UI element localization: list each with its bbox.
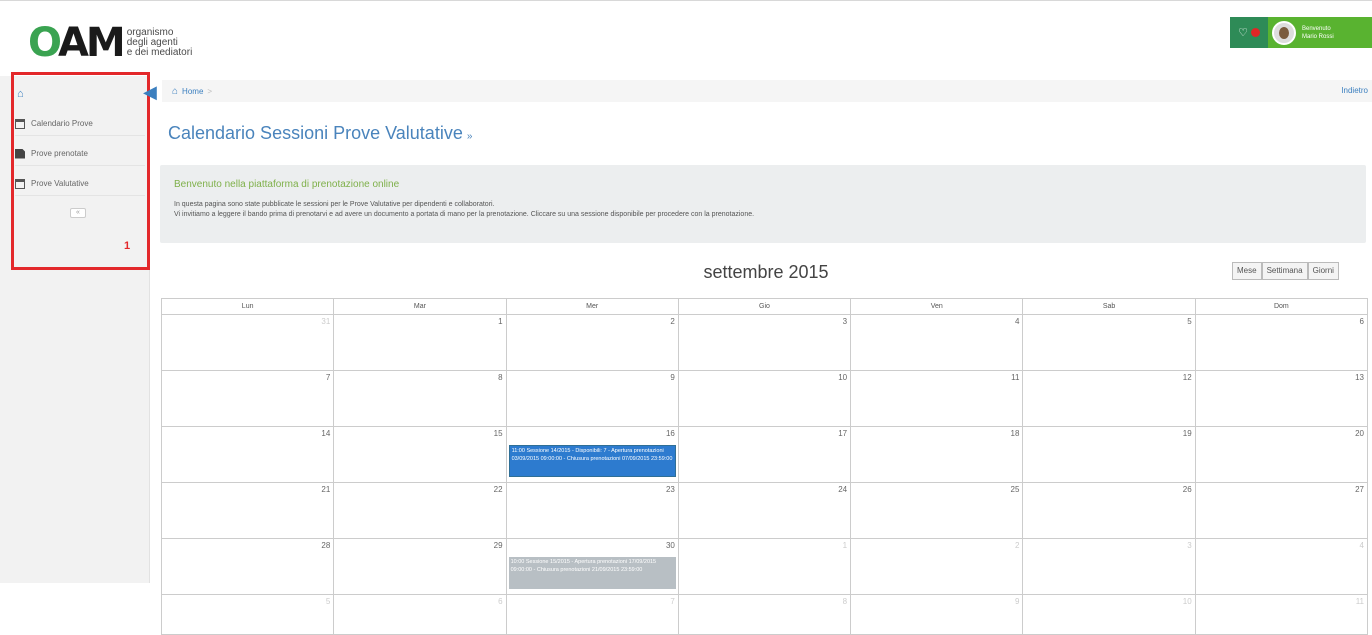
weekday-header: Sab bbox=[1022, 298, 1196, 315]
day-cell[interactable]: 20 bbox=[1194, 426, 1369, 483]
calendar-icon bbox=[15, 178, 25, 189]
day-cell[interactable]: 26 bbox=[1022, 482, 1196, 539]
day-cell[interactable]: 4 bbox=[1194, 538, 1369, 595]
day-cell[interactable]: 19 bbox=[1022, 426, 1196, 483]
day-cell[interactable]: 3 bbox=[1022, 538, 1196, 595]
calendar-icon bbox=[15, 118, 25, 129]
calendar-view-switcher: Mese Settimana Giorni bbox=[1232, 262, 1339, 280]
weekday-header: Dom bbox=[1194, 298, 1369, 315]
day-cell[interactable]: 5 bbox=[1022, 314, 1196, 371]
title-caret-icon: » bbox=[466, 131, 473, 142]
sidebar-item-prove-valutative[interactable]: Prove Valutative bbox=[15, 172, 145, 196]
day-cell[interactable]: 17 bbox=[677, 426, 852, 483]
day-cell[interactable]: 1 bbox=[677, 538, 852, 595]
day-cell[interactable]: 23 bbox=[505, 482, 679, 539]
calendar-month-title: settembre 2015 bbox=[703, 262, 829, 282]
home-icon[interactable]: ⌂ bbox=[172, 86, 178, 97]
day-cell[interactable]: 18 bbox=[850, 426, 1024, 483]
day-cell[interactable]: 3 bbox=[677, 314, 852, 371]
day-cell[interactable]: 12 bbox=[1022, 370, 1196, 427]
day-cell[interactable]: 25 bbox=[850, 482, 1024, 539]
sidebar-toggle-button[interactable]: « bbox=[70, 208, 86, 218]
document-icon bbox=[15, 148, 25, 159]
weekday-header: Lun bbox=[160, 298, 335, 315]
logo-text: organismo degli agenti e dei mediatori bbox=[126, 27, 193, 58]
day-cell[interactable]: 2 bbox=[850, 538, 1024, 595]
collapse-sidebar-icon[interactable]: ◀ bbox=[143, 82, 157, 102]
notification-badge bbox=[1250, 28, 1260, 37]
day-cell[interactable]: 7 bbox=[160, 370, 335, 427]
bell-icon: ♡ bbox=[1238, 27, 1248, 39]
day-cell[interactable]: 7 bbox=[505, 594, 679, 635]
weekday-header: Ven bbox=[850, 298, 1024, 315]
day-cell[interactable]: 29 bbox=[333, 538, 507, 595]
session-event-available[interactable]: 11:00 Sessione 14/2015 - Disponibili: 7 … bbox=[508, 445, 676, 477]
day-number: 16 bbox=[665, 429, 675, 438]
sidebar-item-calendario-prove[interactable]: Calendario Prove bbox=[15, 112, 145, 136]
view-week-button[interactable]: Settimana bbox=[1261, 262, 1308, 280]
top-header: OAM organismo degli agenti e dei mediato… bbox=[0, 0, 1372, 76]
day-cell[interactable]: 11 bbox=[1194, 594, 1369, 635]
day-cell[interactable]: 15 bbox=[333, 426, 507, 483]
breadcrumb: ⌂ Home > Indietro bbox=[162, 80, 1372, 102]
view-month-button[interactable]: Mese bbox=[1232, 262, 1262, 280]
logo-mark: OAM bbox=[28, 20, 126, 66]
day-cell[interactable]: 9 bbox=[505, 370, 679, 427]
day-cell[interactable]: 31 bbox=[160, 314, 335, 371]
day-cell-with-event[interactable]: 30 10:00 Sessione 15/2015 - Apertura pre… bbox=[505, 538, 679, 595]
day-cell[interactable]: 2 bbox=[505, 314, 679, 371]
calendar-grid: Lun Mar Mer Gio Ven Sab Dom 31 1 2 3 4 5… bbox=[160, 298, 1369, 635]
day-cell[interactable]: 5 bbox=[160, 594, 335, 635]
weekday-header: Gio bbox=[677, 298, 852, 315]
annotation-number: 1 bbox=[124, 240, 131, 252]
sidebar-item-prove-prenotate[interactable]: Prove prenotate bbox=[15, 142, 145, 166]
welcome-title: Benvenuto nella piattaforma di prenotazi… bbox=[174, 179, 400, 190]
day-cell[interactable]: 24 bbox=[677, 482, 852, 539]
welcome-panel: Benvenuto nella piattaforma di prenotazi… bbox=[160, 165, 1366, 243]
weekday-header: Mer bbox=[505, 298, 679, 315]
day-cell[interactable]: 11 bbox=[850, 370, 1024, 427]
notifications-button[interactable]: ♡ bbox=[1230, 17, 1268, 48]
day-cell[interactable]: 1 bbox=[333, 314, 507, 371]
day-cell[interactable]: 6 bbox=[1194, 314, 1369, 371]
user-menu[interactable]: Benvenuto Mario Rossi bbox=[1268, 17, 1372, 48]
session-event-unavailable[interactable]: 10:00 Sessione 15/2015 - Apertura prenot… bbox=[508, 557, 676, 589]
breadcrumb-separator: > bbox=[207, 86, 213, 96]
home-icon[interactable]: ⌂ bbox=[17, 88, 24, 100]
day-cell[interactable]: 22 bbox=[333, 482, 507, 539]
day-cell[interactable]: 21 bbox=[160, 482, 335, 539]
day-cell[interactable]: 27 bbox=[1194, 482, 1369, 539]
day-cell[interactable]: 10 bbox=[1022, 594, 1196, 635]
day-cell[interactable]: 4 bbox=[850, 314, 1024, 371]
welcome-text-line: Vi invitiamo a leggere il bando prima di… bbox=[174, 211, 755, 218]
day-cell[interactable]: 9 bbox=[850, 594, 1024, 635]
day-cell[interactable]: 28 bbox=[160, 538, 335, 595]
day-cell[interactable]: 13 bbox=[1194, 370, 1369, 427]
day-cell[interactable]: 8 bbox=[677, 594, 852, 635]
user-name: Benvenuto Mario Rossi bbox=[1302, 25, 1334, 40]
day-cell[interactable]: 14 bbox=[160, 426, 335, 483]
day-cell[interactable]: 10 bbox=[677, 370, 852, 427]
welcome-text-line: In questa pagina sono state pubblicate l… bbox=[174, 201, 495, 208]
day-cell[interactable]: 8 bbox=[333, 370, 507, 427]
back-link[interactable]: Indietro bbox=[1341, 86, 1368, 95]
day-number: 30 bbox=[665, 541, 675, 550]
day-cell-with-event[interactable]: 16 11:00 Sessione 14/2015 - Disponibili:… bbox=[505, 426, 679, 483]
day-cell[interactable]: 6 bbox=[333, 594, 507, 635]
weekday-header: Mar bbox=[333, 298, 507, 315]
oam-logo[interactable]: OAM organismo degli agenti e dei mediato… bbox=[28, 23, 192, 63]
avatar bbox=[1272, 20, 1296, 45]
view-day-button[interactable]: Giorni bbox=[1307, 262, 1339, 280]
breadcrumb-home-link[interactable]: Home bbox=[182, 87, 203, 96]
page-title: Calendario Sessioni Prove Valutative» bbox=[168, 123, 473, 143]
